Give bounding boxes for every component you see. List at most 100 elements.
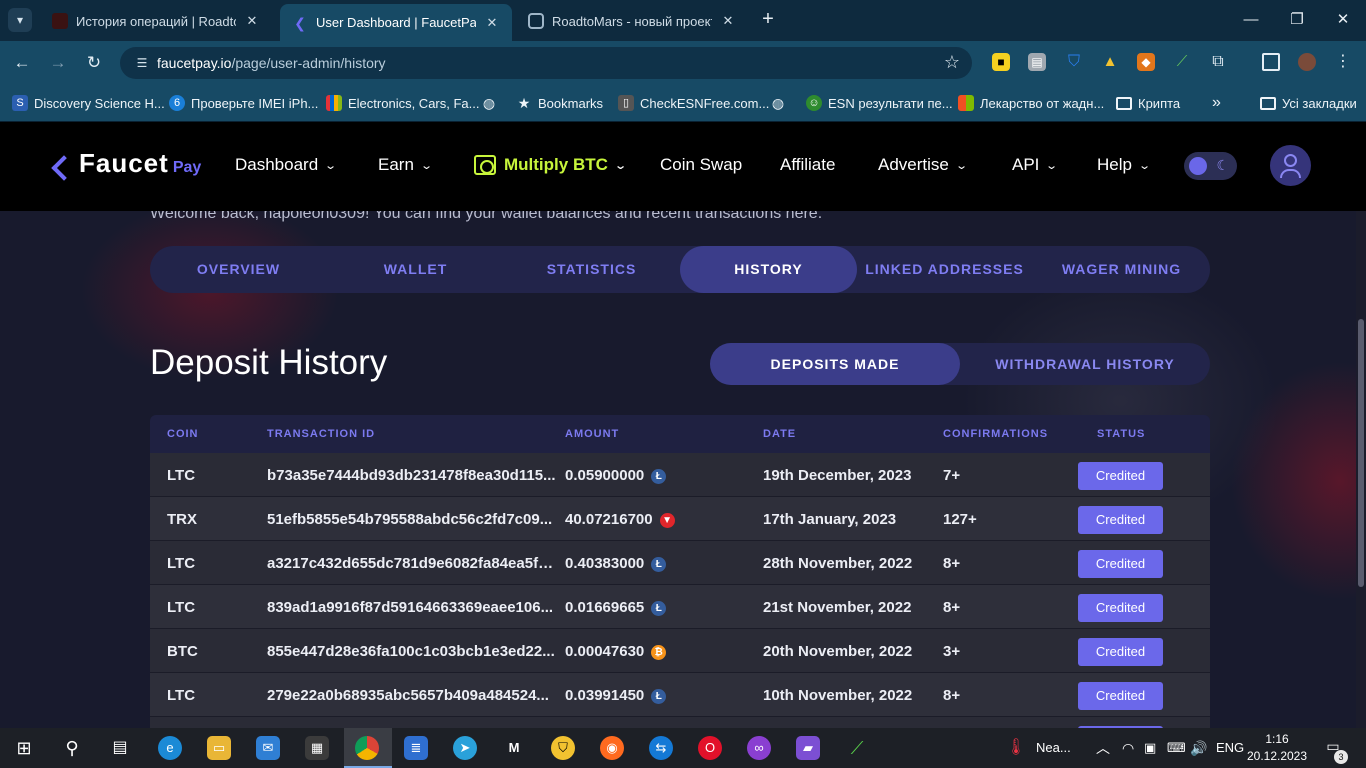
more-bookmarks-button[interactable]: »: [1212, 93, 1221, 113]
nav-help[interactable]: Help ⌄: [1097, 155, 1151, 175]
weather-text[interactable]: Nea...: [1036, 728, 1071, 768]
withdrawal-history-button[interactable]: WITHDRAWAL HISTORY: [960, 343, 1210, 385]
close-window-button[interactable]: ✕: [1320, 0, 1366, 40]
browser-tab-roadtomars-history[interactable]: История операций | RoadtoMa ✕: [40, 5, 272, 37]
telegram-icon[interactable]: ➤: [453, 736, 477, 760]
nav-multiply-btc[interactable]: Multiply BTC ⌄: [474, 155, 627, 175]
user-avatar-button[interactable]: [1270, 145, 1311, 186]
bookmark-folder[interactable]: Крипта: [1116, 93, 1180, 113]
browser-tab-faucetpay[interactable]: ❮ User Dashboard | FaucetPay ✕: [280, 4, 512, 41]
address-bar[interactable]: ☰ faucetpay.io/page/user-admin/history ☆: [120, 47, 972, 79]
deposits-made-button[interactable]: DEPOSITS MADE: [710, 343, 960, 385]
transaction-id-cell[interactable]: 279e22a0b68935abc5657b409a484524...: [267, 687, 557, 704]
bookmark-item[interactable]: S Discovery Science H...: [12, 93, 165, 113]
bookmark-star-icon[interactable]: ☆: [944, 52, 960, 73]
print-extension-icon[interactable]: ▤: [1028, 53, 1046, 71]
tab-overview[interactable]: OVERVIEW: [150, 246, 327, 293]
table-row[interactable]: TRX 51efb5855e54b795588abdc56c2fd7c09...…: [150, 497, 1210, 541]
extension-icon[interactable]: ■: [992, 53, 1010, 71]
vpn-shield-icon[interactable]: ⛉: [1065, 53, 1083, 71]
transaction-id-cell[interactable]: 839ad1a9916f87d59164663369eaee106...: [267, 599, 557, 616]
profile-avatar[interactable]: [1298, 53, 1316, 71]
close-icon[interactable]: ✕: [484, 15, 500, 31]
bookmark-item[interactable]: ☺ ESN результати пе...: [806, 93, 953, 113]
close-icon[interactable]: ✕: [720, 13, 736, 29]
table-row[interactable]: LTC 839ad1a9916f87d59164663369eaee106...…: [150, 585, 1210, 629]
menu-kebab-icon[interactable]: ⋮: [1334, 53, 1352, 71]
volume-icon[interactable]: 🔊: [1190, 728, 1207, 768]
bookmark-item[interactable]: Electronics, Cars, Fa...: [326, 93, 479, 113]
page-scrollbar[interactable]: [1356, 211, 1366, 728]
bookmark-item[interactable]: ◍: [770, 93, 792, 113]
document-icon[interactable]: ≣: [404, 736, 428, 760]
tab-wager-mining[interactable]: WAGER MINING: [1033, 246, 1210, 293]
minimize-button[interactable]: —: [1228, 0, 1274, 40]
device-icon[interactable]: ▣: [1144, 728, 1156, 768]
nav-affiliate[interactable]: Affiliate: [780, 155, 835, 175]
metamask-fox-icon[interactable]: ◆: [1137, 53, 1155, 71]
nav-api[interactable]: API ⌄: [1012, 155, 1058, 175]
mail-icon[interactable]: ✉: [256, 736, 280, 760]
tab-linked-addresses[interactable]: LINKED ADDRESSES: [856, 246, 1033, 293]
forward-button[interactable]: →: [45, 50, 71, 76]
file-explorer-icon[interactable]: ▭: [207, 736, 231, 760]
bookmark-item[interactable]: ▯ CheckESNFree.com...: [618, 93, 769, 113]
transaction-id-cell[interactable]: a3217c432d655dc781d9e6082fa84ea5fb...: [267, 555, 557, 572]
url-text[interactable]: faucetpay.io/page/user-admin/history: [157, 55, 386, 71]
bookmark-item[interactable]: ◍: [481, 93, 503, 113]
m-app-icon[interactable]: M: [502, 736, 526, 760]
reload-button[interactable]: ↻: [81, 50, 107, 76]
language-indicator[interactable]: ENG: [1216, 728, 1244, 768]
chart-app-icon[interactable]: ⟋: [845, 736, 869, 760]
task-view-icon[interactable]: ▤: [108, 736, 132, 760]
wifi-icon[interactable]: ◠: [1122, 728, 1134, 768]
restore-button[interactable]: ❐: [1274, 0, 1320, 40]
extensions-puzzle-icon[interactable]: ⧉: [1209, 53, 1227, 71]
edge-icon[interactable]: e: [158, 736, 182, 760]
wallet-extension-icon[interactable]: ⟋: [1173, 53, 1191, 71]
tab-statistics[interactable]: STATISTICS: [503, 246, 680, 293]
tab-history[interactable]: HISTORY: [680, 246, 857, 293]
chevron-up-icon[interactable]: ︿: [1096, 728, 1110, 768]
scrollbar-thumb[interactable]: [1358, 319, 1364, 587]
theme-toggle[interactable]: ☾: [1184, 152, 1237, 180]
keyboard-icon[interactable]: ⌨: [1167, 728, 1186, 768]
tab-search-button[interactable]: ▾: [8, 8, 32, 32]
table-row[interactable]: LTC a3217c432d655dc781d9e6082fa84ea5fb..…: [150, 541, 1210, 585]
nav-dashboard[interactable]: Dashboard ⌄: [235, 155, 337, 175]
browser-tab-roadtomars-project[interactable]: RoadtoMars - новый проект п ✕: [516, 5, 748, 37]
transaction-id-cell[interactable]: 51efb5855e54b795588abdc56c2fd7c09...: [267, 511, 557, 528]
opera-icon[interactable]: O: [698, 736, 722, 760]
teamviewer-icon[interactable]: ⇆: [649, 736, 673, 760]
table-row[interactable]: LTC 279e22a0b68935abc5657b409a484524... …: [150, 673, 1210, 717]
all-bookmarks-folder[interactable]: Усі закладки: [1260, 93, 1357, 113]
drive-icon[interactable]: ▲: [1101, 53, 1119, 71]
windows-start-icon[interactable]: ⊞: [12, 736, 36, 760]
vpn-icon[interactable]: ⛉: [551, 736, 575, 760]
tab-wallet[interactable]: WALLET: [327, 246, 504, 293]
store-icon[interactable]: ▦: [305, 736, 329, 760]
notification-center-icon[interactable]: ▭ 3: [1322, 738, 1348, 764]
site-info-icon[interactable]: ☰: [132, 53, 152, 73]
faucetpay-logo[interactable]: Faucet Pay: [55, 148, 201, 179]
search-icon[interactable]: ⚲: [60, 736, 84, 760]
nav-coin-swap[interactable]: Coin Swap: [660, 155, 742, 175]
nav-earn[interactable]: Earn ⌄: [378, 155, 433, 175]
mask-app-icon[interactable]: ∞: [747, 736, 771, 760]
back-button[interactable]: ←: [9, 50, 35, 76]
bookmark-item[interactable]: ★ Bookmarks: [516, 93, 603, 113]
close-icon[interactable]: ✕: [244, 13, 260, 29]
table-row[interactable]: [150, 717, 1210, 728]
side-panel-icon[interactable]: [1262, 53, 1280, 71]
table-row[interactable]: BTC 855e447d28e36fa100c1c03bcb1e3ed22...…: [150, 629, 1210, 673]
transaction-id-cell[interactable]: 855e447d28e36fa100c1c03bcb1e3ed22...: [267, 643, 557, 660]
clapper-icon[interactable]: ▰: [796, 736, 820, 760]
chrome-icon[interactable]: [355, 736, 379, 760]
bookmark-item[interactable]: Лекарство от жадн...: [958, 93, 1104, 113]
new-tab-button[interactable]: +: [757, 8, 779, 32]
clock[interactable]: 1:16 20.12.2023: [1246, 731, 1308, 765]
firefox-icon[interactable]: ◉: [600, 736, 624, 760]
bookmark-item[interactable]: 6 Проверьте IMEI iPh...: [169, 93, 318, 113]
nav-advertise[interactable]: Advertise ⌄: [878, 155, 968, 175]
table-row[interactable]: LTC b73a35e7444bd93db231478f8ea30d115...…: [150, 453, 1210, 497]
